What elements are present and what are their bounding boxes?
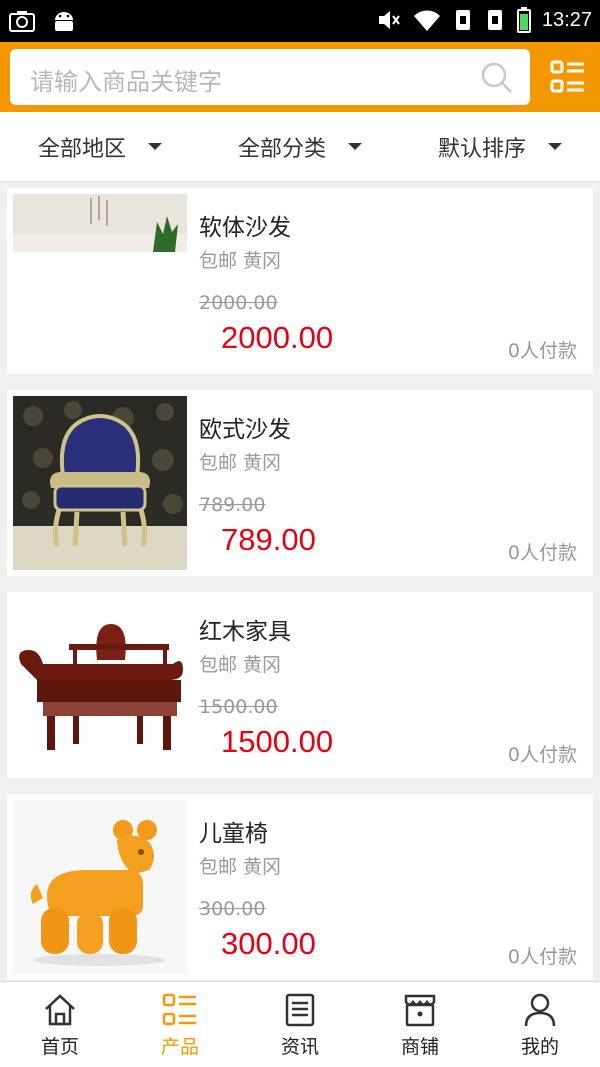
shop-icon [404,994,436,1027]
tab-label: 我的 [520,1036,559,1058]
product-name: 欧式沙发 [199,417,291,443]
clock: 13:27 [541,8,592,31]
search-input[interactable]: 请输入商品关键字 [10,49,530,105]
screenshot-icon [9,11,35,32]
original-price: 1500.00 [199,696,278,718]
filter-category-dropdown[interactable]: 全部分类 [200,112,400,181]
product-card[interactable]: 儿童椅 包邮 黄冈 300.00 300.00 0人付款 [7,794,593,980]
paid-count: 0人付款 [507,340,577,362]
kids-pony-chair-image[interactable] [13,800,187,974]
top-bar: 请输入商品关键字 [0,42,600,112]
caret-down-icon [348,143,362,150]
filter-region-dropdown[interactable]: 全部地区 [0,112,200,181]
sale-price: 2000.00 [221,320,334,355]
filter-sort-dropdown[interactable]: 默认排序 [400,112,600,181]
caret-down-icon [548,143,562,150]
wifi-icon [413,10,440,31]
filter-label: 全部地区 [37,136,126,162]
paid-count: 0人付款 [507,542,577,564]
sim2-icon [487,10,502,30]
original-price: 2000.00 [199,292,278,314]
status-bar: 13:27 [0,0,600,42]
sofa-room-image[interactable] [13,194,187,368]
caret-down-icon [148,143,162,150]
filter-label: 全部分类 [237,136,326,162]
tab-mine[interactable]: 我的 [480,982,600,1067]
rosewood-daybed-image[interactable] [13,598,187,772]
product-meta: 包邮 黄冈 [199,852,281,879]
shipping-tag: 包邮 [199,654,238,676]
product-name: 儿童椅 [199,821,268,847]
sale-price: 1500.00 [221,724,334,759]
paid-count: 0人付款 [507,946,577,968]
sale-price: 300.00 [221,926,316,961]
product-name: 红木家具 [199,619,291,645]
tab-shops[interactable]: 商铺 [360,982,480,1067]
grid-list-icon [162,993,196,1026]
location-tag: 黄冈 [243,654,282,676]
battery-icon [516,7,531,33]
filter-label: 默认排序 [437,136,526,162]
shipping-tag: 包邮 [199,452,238,474]
tab-home[interactable]: 首页 [0,982,120,1067]
bottom-tab-bar: 首页 产品 资讯 商铺 我的 [0,981,600,1067]
sim1-icon [455,10,470,30]
original-price: 300.00 [199,898,266,920]
category-menu-icon[interactable] [550,59,586,95]
european-armchair-image[interactable] [13,396,187,570]
product-card[interactable]: 红木家具 包邮 黄冈 1500.00 1500.00 0人付款 [7,592,593,778]
person-icon [524,993,556,1027]
search-placeholder: 请输入商品关键字 [30,68,222,96]
tab-label: 商铺 [400,1036,439,1058]
tab-label: 首页 [40,1036,79,1058]
tab-news[interactable]: 资讯 [240,982,360,1067]
shipping-tag: 包邮 [199,250,238,272]
product-meta: 包邮 黄冈 [199,448,281,475]
product-meta: 包邮 黄冈 [199,246,281,273]
news-icon [285,993,315,1027]
shipping-tag: 包邮 [199,856,238,878]
location-tag: 黄冈 [243,856,282,878]
product-card[interactable]: 欧式沙发 包邮 黄冈 789.00 789.00 0人付款 [7,390,593,576]
paid-count: 0人付款 [507,744,577,766]
location-tag: 黄冈 [243,452,282,474]
tab-products[interactable]: 产品 [120,982,240,1067]
product-meta: 包邮 黄冈 [199,650,281,677]
home-icon [45,994,75,1026]
tab-label: 产品 [160,1036,199,1058]
location-tag: 黄冈 [243,250,282,272]
product-name: 软体沙发 [199,215,291,241]
sale-price: 789.00 [221,522,316,557]
filter-bar: 全部地区 全部分类 默认排序 [0,112,600,182]
original-price: 789.00 [199,494,266,516]
mute-icon [378,11,400,29]
search-icon[interactable] [480,61,514,95]
product-card[interactable]: 软体沙发 包邮 黄冈 2000.00 2000.00 0人付款 [7,188,593,374]
android-icon [55,12,73,31]
tab-label: 资讯 [280,1036,319,1058]
